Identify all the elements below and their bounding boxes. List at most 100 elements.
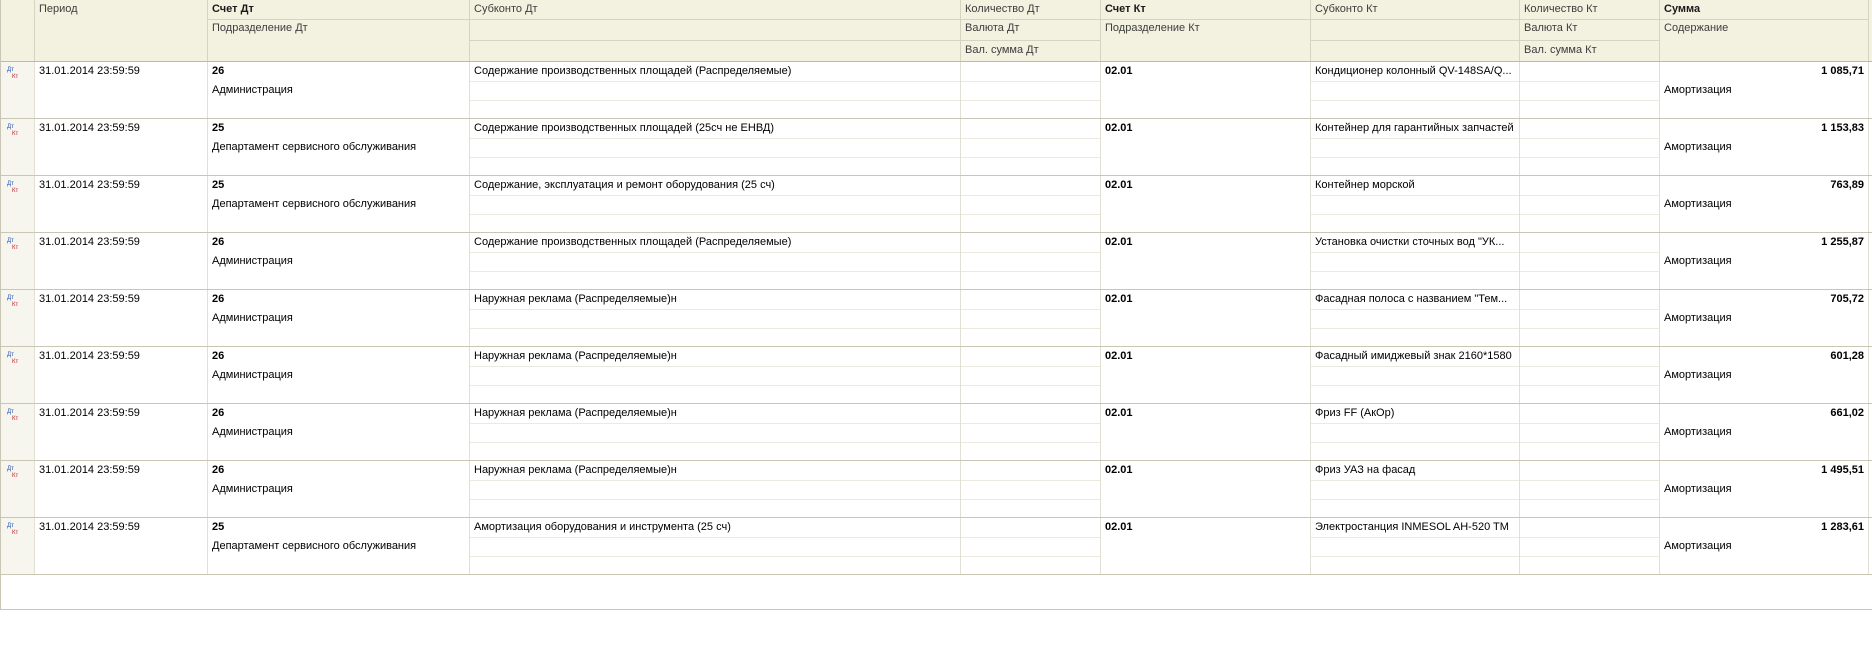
sum-cell[interactable]: 1 255,87 Амортизация (1660, 233, 1869, 289)
dt-kt-posting-icon: Дт Кт (7, 352, 18, 364)
subconto-kt-value: Фасадный имиджевый знак 2160*1580 (1315, 350, 1512, 362)
subconto-kt-cell[interactable]: Фасадный имиджевый знак 2160*1580 (1311, 347, 1520, 403)
sum-value: 601,28 (1830, 350, 1864, 362)
account-kt-cell[interactable]: 02.01 (1101, 233, 1311, 289)
subconto-kt-cell[interactable]: Фасадная полоса с названием "Тем... (1311, 290, 1520, 346)
account-dt-cell[interactable]: 26 Администрация (208, 62, 470, 118)
account-dt-cell[interactable]: 26 Администрация (208, 347, 470, 403)
header-cur-sum-dt-label: Вал. сумма Дт (965, 44, 1039, 56)
account-dt-cell[interactable]: 26 Администрация (208, 290, 470, 346)
header-icon-column[interactable] (1, 0, 35, 61)
row-icon-cell: Дт Кт (1, 461, 35, 517)
qty-dt-cell[interactable] (961, 347, 1101, 403)
account-kt-cell[interactable]: 02.01 (1101, 62, 1311, 118)
subconto-kt-cell[interactable]: Кондиционер колонный QV-148SA/Q... (1311, 62, 1520, 118)
subconto-dt-cell[interactable]: Содержание производственных площадей (Ра… (470, 233, 961, 289)
dt-kt-posting-icon: Дт Кт (7, 181, 18, 193)
qty-kt-cell[interactable] (1520, 233, 1660, 289)
table-row[interactable]: Дт Кт 31.01.2014 23:59:59 26 Администрац… (1, 461, 1872, 518)
qty-dt-cell[interactable] (961, 233, 1101, 289)
account-kt-cell[interactable]: 02.01 (1101, 290, 1311, 346)
account-dt-cell[interactable]: 25 Департамент сервисного обслуживания (208, 176, 470, 232)
table-row[interactable]: Дт Кт 31.01.2014 23:59:59 26 Администрац… (1, 62, 1872, 119)
sum-cell[interactable]: 1 495,51 Амортизация (1660, 461, 1869, 517)
qty-dt-cell[interactable] (961, 62, 1101, 118)
header-subconto-dt[interactable]: Субконто Дт (470, 0, 961, 61)
qty-kt-cell[interactable] (1520, 176, 1660, 232)
table-row[interactable]: Дт Кт 31.01.2014 23:59:59 25 Департамент… (1, 119, 1872, 176)
svg-text:Дт: Дт (7, 295, 14, 301)
subconto-dt-value: Наружная реклама (Распределяемые)н (474, 407, 677, 419)
subconto-dt-cell[interactable]: Наружная реклама (Распределяемые)н (470, 461, 961, 517)
subconto-dt-cell[interactable]: Содержание производственных площадей (25… (470, 119, 961, 175)
table-row[interactable]: Дт Кт 31.01.2014 23:59:59 26 Администрац… (1, 290, 1872, 347)
account-dt-cell[interactable]: 26 Администрация (208, 404, 470, 460)
table-row[interactable]: Дт Кт 31.01.2014 23:59:59 25 Департамент… (1, 176, 1872, 233)
account-kt-cell[interactable]: 02.01 (1101, 176, 1311, 232)
account-kt-cell[interactable]: 02.01 (1101, 461, 1311, 517)
qty-dt-cell[interactable] (961, 461, 1101, 517)
row-icon-cell: Дт Кт (1, 176, 35, 232)
header-qty-kt[interactable]: Количество Кт Валюта Кт Вал. сумма Кт (1520, 0, 1660, 61)
sum-cell[interactable]: 601,28 Амортизация (1660, 347, 1869, 403)
row-icon-cell: Дт Кт (1, 119, 35, 175)
subconto-kt-cell[interactable]: Фриз FF (АкОр) (1311, 404, 1520, 460)
account-dt-cell[interactable]: 26 Администрация (208, 461, 470, 517)
account-dt-value: 26 (212, 464, 225, 476)
qty-dt-cell[interactable] (961, 176, 1101, 232)
sum-cell[interactable]: 763,89 Амортизация (1660, 176, 1869, 232)
account-kt-cell[interactable]: 02.01 (1101, 119, 1311, 175)
qty-dt-cell[interactable] (961, 290, 1101, 346)
subconto-dt-cell[interactable]: Содержание производственных площадей (Ра… (470, 62, 961, 118)
subconto-kt-cell[interactable]: Контейнер для гарантийных запчастей (1311, 119, 1520, 175)
dt-kt-posting-icon: Дт Кт (7, 124, 18, 136)
table-row[interactable]: Дт Кт 31.01.2014 23:59:59 26 Администрац… (1, 233, 1872, 290)
period-cell[interactable]: 31.01.2014 23:59:59 (35, 62, 208, 118)
sum-cell[interactable]: 1 153,83 Амортизация (1660, 119, 1869, 175)
table-row[interactable]: Дт Кт 31.01.2014 23:59:59 26 Администрац… (1, 404, 1872, 461)
subconto-kt-cell[interactable]: Контейнер морской (1311, 176, 1520, 232)
account-kt-cell[interactable]: 02.01 (1101, 404, 1311, 460)
sum-cell[interactable]: 661,02 Амортизация (1660, 404, 1869, 460)
qty-dt-cell[interactable] (961, 119, 1101, 175)
header-account-kt[interactable]: Счет Кт Подразделение Кт (1101, 0, 1311, 61)
subconto-dt-cell[interactable]: Наружная реклама (Распределяемые)н (470, 347, 961, 403)
sum-value: 705,72 (1830, 293, 1864, 305)
subconto-dt-cell[interactable]: Наружная реклама (Распределяемые)н (470, 290, 961, 346)
subconto-kt-value: Фасадная полоса с названием "Тем... (1315, 293, 1508, 305)
period-cell[interactable]: 31.01.2014 23:59:59 (35, 347, 208, 403)
subconto-kt-cell[interactable]: Фриз УАЗ на фасад (1311, 461, 1520, 517)
qty-kt-cell[interactable] (1520, 404, 1660, 460)
account-dt-cell[interactable]: 25 Департамент сервисного обслуживания (208, 119, 470, 175)
period-cell[interactable]: 31.01.2014 23:59:59 (35, 461, 208, 517)
qty-kt-cell[interactable] (1520, 62, 1660, 118)
table-row[interactable]: Дт Кт 31.01.2014 23:59:59 26 Администрац… (1, 347, 1872, 404)
period-cell[interactable]: 31.01.2014 23:59:59 (35, 233, 208, 289)
period-cell[interactable]: 31.01.2014 23:59:59 (35, 404, 208, 460)
qty-kt-cell[interactable] (1520, 347, 1660, 403)
subconto-kt-cell[interactable]: Установка очистки сточных вод "УК... (1311, 233, 1520, 289)
period-cell[interactable]: 31.01.2014 23:59:59 (35, 176, 208, 232)
subconto-kt-value: Фриз УАЗ на фасад (1315, 464, 1416, 476)
qty-kt-cell[interactable] (1520, 290, 1660, 346)
period-cell[interactable]: 31.01.2014 23:59:59 (35, 119, 208, 175)
period-cell[interactable]: 31.01.2014 23:59:59 (35, 290, 208, 346)
header-subconto-kt[interactable]: Субконто Кт (1311, 0, 1520, 61)
sum-cell[interactable]: 705,72 Амортизация (1660, 290, 1869, 346)
subconto-kt-value: Установка очистки сточных вод "УК... (1315, 236, 1505, 248)
sum-cell[interactable]: 1 085,71 Амортизация (1660, 62, 1869, 118)
subconto-dt-cell[interactable]: Наружная реклама (Распределяемые)н (470, 404, 961, 460)
header-sum[interactable]: Сумма Содержание (1660, 0, 1869, 61)
qty-dt-cell[interactable] (961, 404, 1101, 460)
qty-kt-cell[interactable] (1520, 461, 1660, 517)
account-kt-cell[interactable]: 02.01 (1101, 347, 1311, 403)
account-dt-cell[interactable]: 26 Администрация (208, 233, 470, 289)
content-value: Амортизация (1664, 198, 1732, 210)
header-account-dt[interactable]: Счет Дт Подразделение Дт (208, 0, 470, 61)
qty-kt-cell[interactable] (1520, 119, 1660, 175)
header-cur-sum-kt-label: Вал. сумма Кт (1524, 44, 1597, 56)
header-qty-dt[interactable]: Количество Дт Валюта Дт Вал. сумма Дт (961, 0, 1101, 61)
subconto-dt-cell[interactable]: Содержание, эксплуатация и ремонт оборуд… (470, 176, 961, 232)
svg-text:Дт: Дт (7, 409, 14, 415)
header-period[interactable]: Период (35, 0, 208, 61)
